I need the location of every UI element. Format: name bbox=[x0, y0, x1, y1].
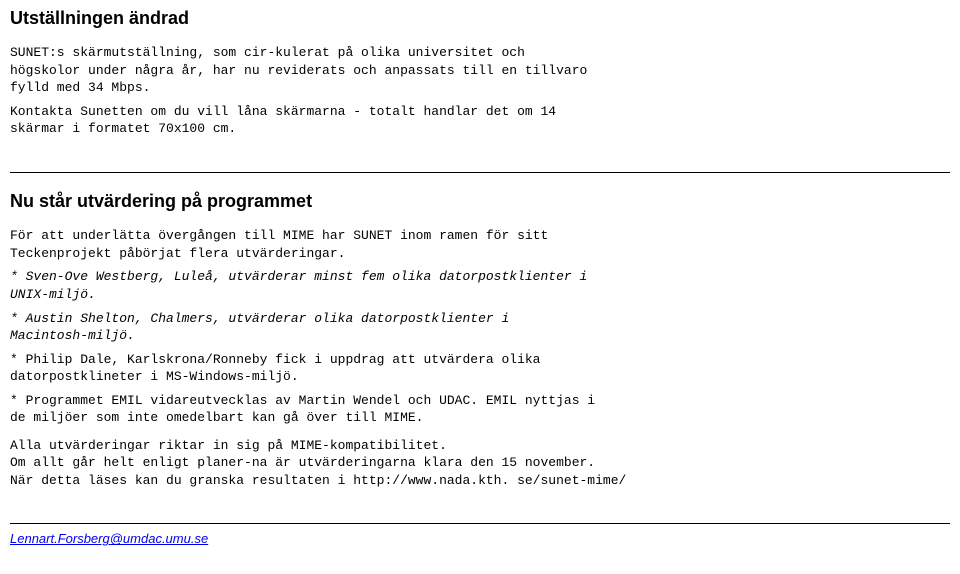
list-item: * Sven-Ove Westberg, Luleå, utvärderar m… bbox=[10, 268, 950, 303]
footer-divider bbox=[10, 523, 950, 524]
list-item: * Austin Shelton, Chalmers, utvärderar o… bbox=[10, 310, 950, 345]
paragraph: För att underlätta övergången till MIME … bbox=[10, 227, 950, 262]
list-item: * Philip Dale, Karlskrona/Ronneby fick i… bbox=[10, 351, 950, 386]
divider bbox=[10, 172, 950, 173]
footer-email-link[interactable]: Lennart.Forsberg@umdac.umu.se bbox=[10, 531, 208, 546]
list-item: * Programmet EMIL vidareutvecklas av Mar… bbox=[10, 392, 950, 427]
paragraph: SUNET:s skärmutställning, som cir-kulera… bbox=[10, 44, 950, 97]
section-exhibition: Utställningen ändrad SUNET:s skärmutstäl… bbox=[10, 6, 950, 138]
heading-exhibition: Utställningen ändrad bbox=[10, 6, 950, 30]
heading-evaluation: Nu står utvärdering på programmet bbox=[10, 189, 950, 213]
footer: Lennart.Forsberg@umdac.umu.se bbox=[10, 530, 950, 549]
paragraph: Kontakta Sunetten om du vill låna skärma… bbox=[10, 103, 950, 138]
paragraph: Alla utvärderingar riktar in sig på MIME… bbox=[10, 437, 950, 490]
page: Utställningen ändrad SUNET:s skärmutstäl… bbox=[0, 0, 960, 559]
section-evaluation: Nu står utvärdering på programmet För at… bbox=[10, 189, 950, 489]
